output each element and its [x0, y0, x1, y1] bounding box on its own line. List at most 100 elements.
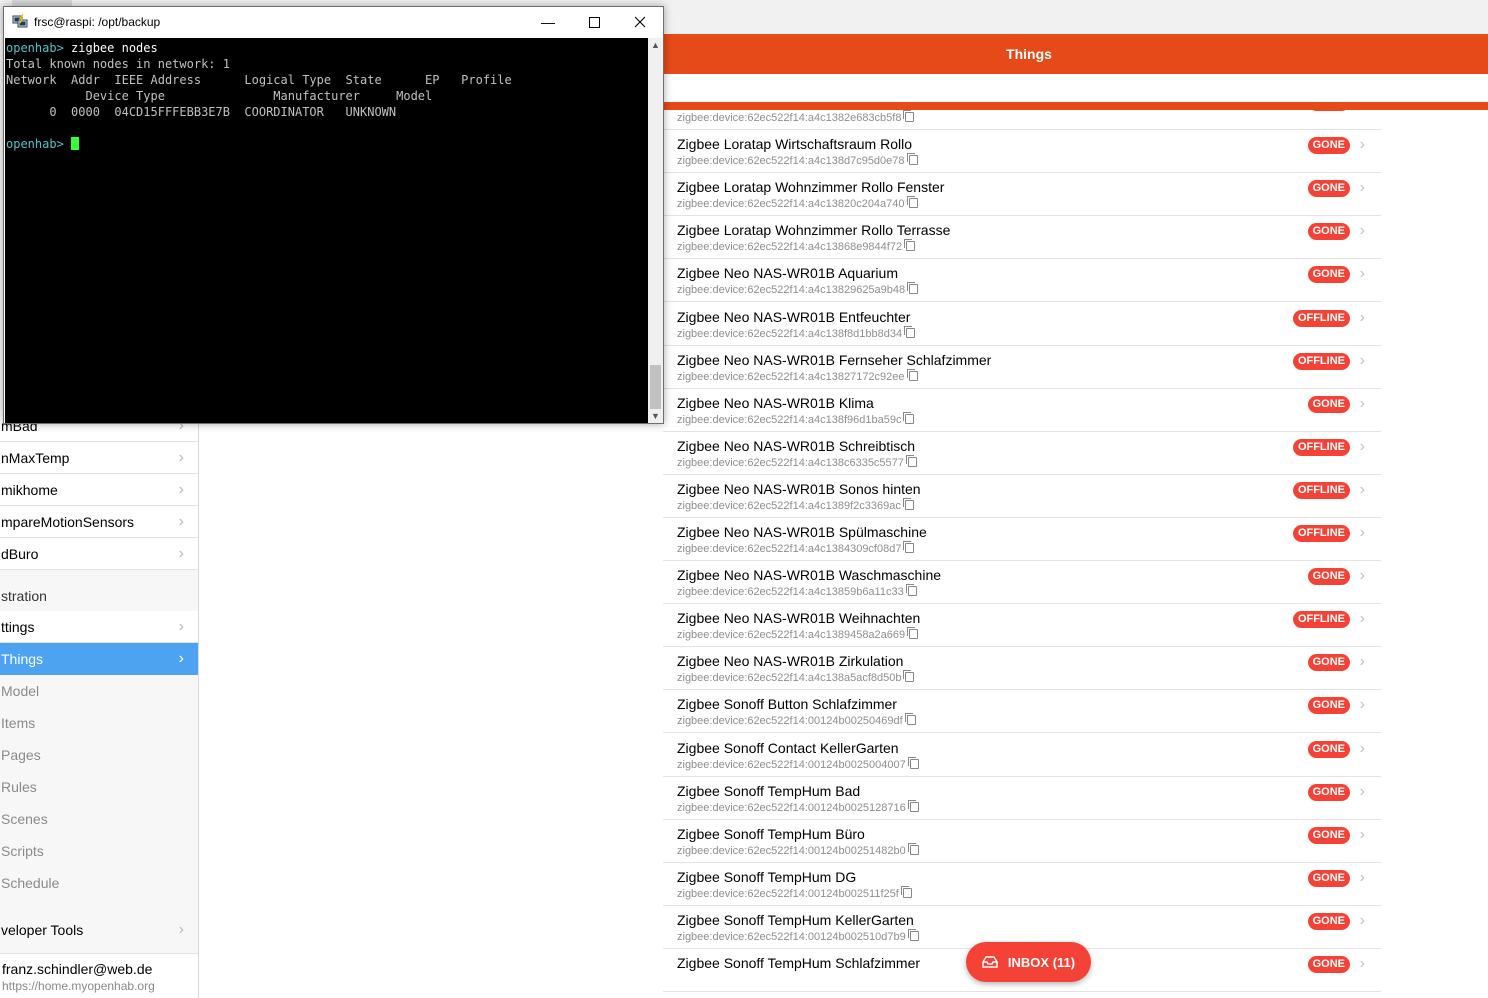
thing-title: Zigbee Neo NAS-WR01B Sonos hinten: [677, 480, 921, 497]
copy-icon[interactable]: [906, 368, 918, 381]
sidebar-item-developer-tools[interactable]: veloper Tools ›: [0, 914, 198, 946]
thing-uid: zigbee:device:62ec522f14:00124b002510d7b…: [677, 928, 919, 943]
scroll-down-icon[interactable]: ▼: [648, 409, 663, 423]
sidebar-item-mikhome[interactable]: mikhome ›: [0, 474, 198, 506]
thing-row[interactable]: Zigbee Neo NAS-WR01B Fernseher Schlafzim…: [663, 345, 1381, 389]
copy-icon[interactable]: [904, 239, 916, 252]
status-badge: GONE: [1307, 568, 1350, 586]
terminal-window[interactable]: frsc@raspi: /opt/backup — openhab> zigbe…: [3, 6, 664, 424]
thing-uid-text: zigbee:device:62ec522f14:00124b002511f25…: [677, 887, 899, 900]
sidebar-sub-rules[interactable]: Rules: [0, 771, 198, 803]
thing-uid-text: zigbee:device:62ec522f14:00124b002510d7b…: [677, 930, 906, 943]
thing-row[interactable]: Zigbee Loratap Wohnzimmer Rollo Terrasse…: [663, 216, 1381, 260]
sidebar-sub-scenes[interactable]: Scenes: [0, 803, 198, 835]
thing-row[interactable]: Zigbee Loratap Wohnzimmer Rollo Fenster z…: [663, 173, 1381, 217]
sidebar-item-settings[interactable]: ttings ›: [0, 611, 198, 643]
chevron-right-icon: ›: [1359, 308, 1365, 326]
copy-icon[interactable]: [903, 670, 915, 683]
status-badge: OFFLINE: [1292, 352, 1350, 370]
thing-row[interactable]: Zigbee Neo NAS-WR01B Weihnachten zigbee:d…: [663, 604, 1381, 648]
terminal-scrollbar[interactable]: ▲ ▼: [648, 38, 663, 423]
sidebar-item-buro[interactable]: dBuro ›: [0, 538, 198, 570]
copy-icon[interactable]: [904, 325, 916, 338]
scroll-thumb[interactable]: [650, 365, 661, 409]
sidebar-sub-model[interactable]: Model: [0, 675, 198, 707]
chevron-right-icon: ›: [178, 481, 184, 498]
thing-uid: zigbee:device:62ec522f14:a4c138a5acf8d50…: [677, 670, 915, 684]
thing-row[interactable]: Zigbee Sonoff Button Schlafzimmer zigbee:…: [663, 690, 1381, 734]
sidebar-user-profile[interactable]: franz.schindler@web.de https://home.myop…: [0, 953, 198, 998]
thing-uid-text: zigbee:device:62ec522f14:a4c1389458a2a66…: [677, 629, 906, 642]
copy-icon[interactable]: [907, 756, 919, 769]
inbox-button[interactable]: INBOX (11): [966, 942, 1091, 982]
thing-title: Zigbee Neo NAS-WR01B Aquarium: [677, 265, 898, 282]
app-subbar: [662, 74, 1488, 102]
thing-title: Zigbee Loratap Wirtschaftsraum Rollo: [677, 136, 912, 153]
thing-uid-text: zigbee:device:62ec522f14:a4c138c6335c557…: [677, 456, 904, 469]
thing-uid-text: zigbee:device:62ec522f14:a4c1389f2c3369a…: [677, 499, 901, 512]
maximize-button[interactable]: [571, 7, 617, 37]
thing-row[interactable]: Zigbee Neo NAS-WR01B Sonos hinten zigbee:…: [663, 474, 1381, 518]
thing-row[interactable]: Zigbee Neo NAS-WR01B Schreibtisch zigbee:…: [663, 431, 1381, 475]
sidebar-item-things[interactable]: Things ›: [0, 643, 198, 675]
thing-row[interactable]: Zigbee Loratap Schlafzimmer Rollo Balkon…: [663, 110, 1381, 130]
thing-row[interactable]: Zigbee Loratap Wirtschaftsraum Rollo zigb…: [663, 130, 1381, 174]
sidebar-sub-scripts[interactable]: Scripts: [0, 835, 198, 867]
status-badge: GONE: [1307, 697, 1350, 715]
inbox-icon: [982, 956, 998, 968]
copy-icon[interactable]: [906, 153, 918, 166]
status-badge: OFFLINE: [1292, 481, 1350, 499]
thing-row[interactable]: Zigbee Sonoff TempHum DG zigbee:device:62…: [663, 862, 1381, 906]
things-list: Z Zigbee Loratap Schlafzimmer Rollo Balk…: [663, 110, 1381, 998]
thing-row[interactable]: Zigbee Neo NAS-WR01B Entfeuchter zigbee:d…: [663, 302, 1381, 346]
chevron-right-icon: ›: [178, 513, 184, 530]
chevron-right-icon: ›: [1359, 825, 1365, 843]
copy-icon[interactable]: [902, 497, 914, 510]
thing-row[interactable]: Zigbee Sonoff Contact KellerGarten zigbee…: [663, 733, 1381, 777]
sidebar-sub-items[interactable]: Items: [0, 707, 198, 739]
copy-icon[interactable]: [906, 196, 918, 209]
sidebar-sub-pages[interactable]: Pages: [0, 739, 198, 771]
thing-row[interactable]: Zigbee Sonoff TempHum Bad zigbee:device:6…: [663, 776, 1381, 820]
copy-icon[interactable]: [907, 282, 919, 295]
terminal-output[interactable]: openhab> zigbee nodes Total known nodes i…: [5, 38, 648, 423]
copy-icon[interactable]: [905, 454, 917, 467]
copy-icon[interactable]: [907, 799, 919, 812]
user-email: franz.schindler@web.de: [2, 961, 153, 977]
copy-icon[interactable]: [907, 842, 919, 855]
copy-icon[interactable]: [905, 584, 917, 597]
status-badge: GONE: [1307, 912, 1350, 930]
thing-row[interactable]: Zigbee Neo NAS-WR01B Aquarium zigbee:devi…: [663, 259, 1381, 303]
copy-icon[interactable]: [907, 928, 919, 941]
thing-title: Zigbee Neo NAS-WR01B Klima: [677, 394, 874, 411]
copy-icon[interactable]: [903, 411, 915, 424]
thing-uid-text: zigbee:device:62ec522f14:a4c13829625a9b4…: [677, 284, 906, 297]
close-button[interactable]: [617, 7, 663, 37]
sidebar-sub-schedule[interactable]: Schedule: [0, 867, 198, 899]
minimize-button[interactable]: —: [525, 7, 571, 37]
thing-row[interactable]: Zigbee Sonoff TempHum Büro zigbee:device:…: [663, 819, 1381, 863]
terminal-titlebar[interactable]: frsc@raspi: /opt/backup —: [4, 7, 663, 37]
thing-title: Zigbee Neo NAS-WR01B Entfeuchter: [677, 308, 911, 325]
thing-row[interactable]: Zigbee Neo NAS-WR01B Zirkulation zigbee:d…: [663, 647, 1381, 691]
copy-icon[interactable]: [900, 885, 912, 898]
sidebar-item-maxtemp[interactable]: nMaxTemp ›: [0, 442, 198, 474]
sidebar-item-comparemotionsensors[interactable]: mpareMotionSensors ›: [0, 506, 198, 538]
copy-icon[interactable]: [903, 110, 915, 122]
terminal-prompt: openhab>: [6, 41, 64, 55]
copy-icon[interactable]: [904, 713, 916, 726]
status-badge: GONE: [1307, 826, 1350, 844]
thing-row[interactable]: Zigbee Neo NAS-WR01B Klima zigbee:device:…: [663, 388, 1381, 432]
thing-row[interactable]: Zigbee Neo NAS-WR01B Waschmaschine zigbee…: [663, 561, 1381, 605]
scroll-up-icon[interactable]: ▲: [648, 38, 663, 52]
chevron-right-icon: ›: [1359, 394, 1365, 412]
thing-uid: zigbee:device:62ec522f14:00124b002511f25…: [677, 885, 912, 900]
thing-row[interactable]: Zigbee Neo NAS-WR01B Spülmaschine zigbee:…: [663, 518, 1381, 561]
chevron-right-icon: ›: [1359, 610, 1365, 628]
copy-icon[interactable]: [907, 627, 919, 640]
chevron-right-icon: ›: [1359, 136, 1365, 154]
status-badge: OFFLINE: [1292, 309, 1350, 327]
copy-icon[interactable]: [903, 541, 915, 553]
thing-uid-text: zigbee:device:62ec522f14:a4c138f96d1ba59…: [677, 413, 902, 426]
